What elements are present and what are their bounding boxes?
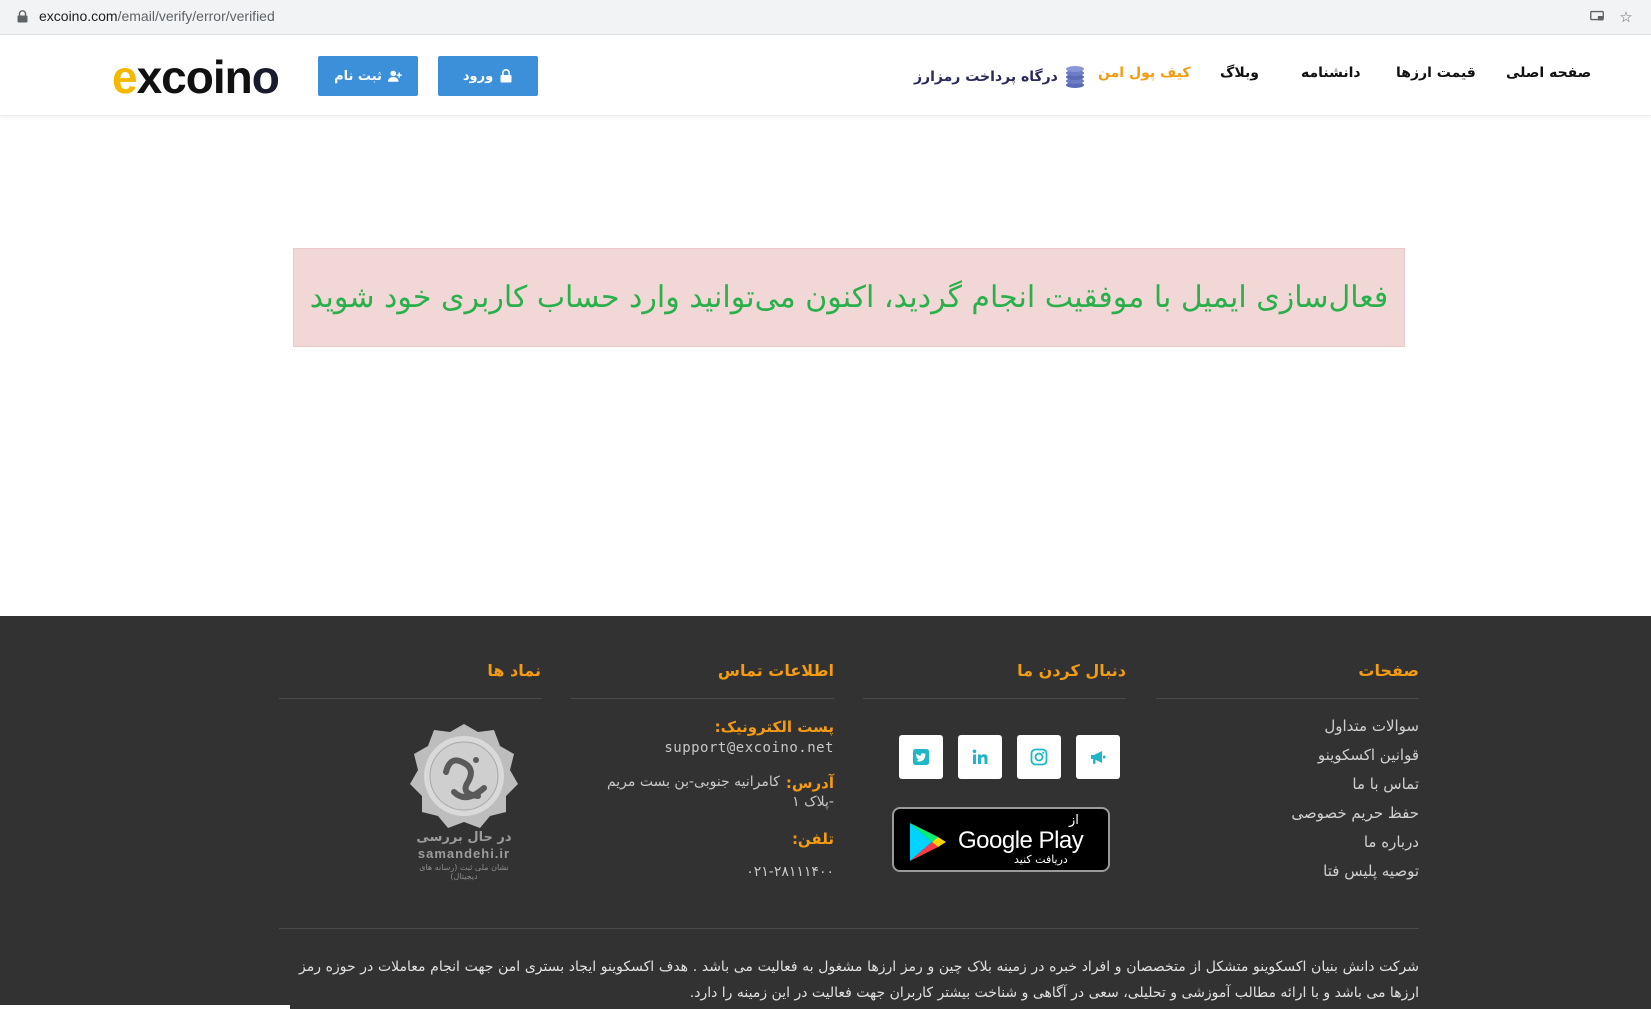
google-play-icon (910, 823, 946, 861)
social-linkedin[interactable] (958, 735, 1002, 779)
samandehi-seal-icon (410, 724, 518, 828)
footer-link-contact[interactable]: تماس با ما (1352, 775, 1419, 793)
excoino-logo[interactable]: e xcoin o (112, 51, 280, 103)
address-label: آدرس: (785, 774, 834, 792)
nav-home-label: صفحه اصلی (1506, 65, 1592, 81)
instagram-icon (1030, 748, 1048, 766)
user-plus-icon (387, 70, 402, 82)
gplay-get: دریافت کنید (1014, 853, 1068, 866)
url-text[interactable]: excoino.com/email/verify/error/verified (39, 8, 275, 24)
about-company-text: شرکت دانش بنیان اکسکوینو متشکل از متخصصا… (299, 959, 1419, 1001)
login-label: ورود (462, 68, 494, 84)
nav-prices-label: قیمت ارزها (1396, 65, 1476, 81)
twitter-icon (913, 749, 929, 765)
email-value[interactable]: support@excoino.net (664, 740, 834, 756)
footer-link-fata[interactable]: توصیه پلیس فتا (1323, 862, 1419, 880)
google-play-badge[interactable]: از Google Play دریافت کنید (892, 807, 1110, 872)
gplay-brand: Google Play (958, 827, 1084, 854)
footer-link-rules[interactable]: قوانین اکسکوینو (1318, 746, 1419, 764)
footer-divider (279, 698, 542, 699)
address-value-2: -پلاک ۱ (792, 794, 834, 810)
logo-o: o (251, 51, 280, 103)
login-button[interactable]: ورود (438, 56, 538, 96)
address-line-1: آدرس: کامرانیه جنوبی-بن بست مریم (607, 774, 834, 792)
social-instagram[interactable] (1017, 735, 1061, 779)
register-label: ثبت نام (334, 68, 382, 84)
cast-icon[interactable] (1588, 8, 1606, 26)
nav-encyclopedia-label: دانشنامه (1301, 65, 1361, 81)
gplay-from: از (1069, 813, 1079, 828)
seal-status: در حال بررسی (416, 830, 512, 845)
footer-badges-title: نماد ها (487, 661, 541, 680)
lock-icon (17, 10, 28, 23)
footer-pages-title: صفحات (1358, 661, 1419, 680)
seal-site: samandehi.ir (417, 846, 511, 861)
nav-gateway-label: درگاه پرداخت رمزارز (914, 69, 1058, 85)
bookmark-star-icon[interactable]: ☆ (1617, 8, 1635, 26)
alert-message: فعال‌سازی ایمیل با موفقیت انجام گردید، ا… (309, 280, 1389, 315)
address-value-1: کامرانیه جنوبی-بن بست مریم (606, 774, 780, 790)
phone-value[interactable]: ۰۲۱-۲۸۱۱۱۴۰۰ (746, 864, 834, 880)
linkedin-icon (972, 749, 988, 764)
bottom-scroll-indicator (0, 1005, 290, 1009)
social-telegram-channel[interactable] (1076, 735, 1120, 779)
site-footer: صفحات سوالات متداول قوانین اکسکوینو تماس… (0, 616, 1651, 1009)
nav-blog-label: وبلاگ (1220, 65, 1259, 81)
footer-divider (863, 698, 1126, 699)
email-label: پست الکترونیک: (714, 718, 834, 736)
browser-address-bar[interactable]: excoino.com/email/verify/error/verified … (0, 0, 1651, 35)
nav-encyclopedia[interactable]: دانشنامه (1301, 65, 1361, 81)
nav-currency-prices[interactable]: قیمت ارزها (1396, 65, 1476, 81)
footer-link-privacy[interactable]: حفظ حریم خصوصی (1291, 804, 1419, 822)
nav-crypto-gateway[interactable]: درگاه پرداخت رمزارز (914, 65, 1086, 89)
footer-link-faq[interactable]: سوالات متداول (1324, 717, 1419, 735)
footer-bottom-divider (279, 928, 1419, 929)
footer-link-about[interactable]: درباره ما (1364, 833, 1419, 851)
lock-icon (500, 69, 512, 83)
site-header: e xcoin o ثبت نام ورود درگاه پرداخت رمزارز… (0, 36, 1651, 116)
footer-contact-title: اطلاعات تماس (717, 661, 834, 680)
nav-blog[interactable]: وبلاگ (1220, 65, 1259, 81)
megaphone-icon (1091, 751, 1106, 764)
coins-icon (1065, 66, 1084, 88)
logo-text-middle: xcoin (136, 51, 253, 103)
email-verified-alert: فعال‌سازی ایمیل با موفقیت انجام گردید، ا… (293, 248, 1405, 347)
social-twitter[interactable] (899, 735, 943, 779)
logo-bitcoin-e: e (112, 51, 138, 103)
nav-wallet-label: کیف پول امن (1098, 65, 1191, 81)
footer-follow-title: دنبال کردن ما (1017, 661, 1126, 680)
nav-home[interactable]: صفحه اصلی (1506, 65, 1591, 81)
footer-divider (1156, 698, 1419, 699)
nav-secure-wallet[interactable]: کیف پول امن (1098, 65, 1191, 81)
seal-caption: نشان ملی ثبت (رسانه های دیجیتال) (419, 863, 509, 881)
footer-divider (571, 698, 834, 699)
samandehi-seal[interactable]: در حال بررسی samandehi.ir نشان ملی ثبت (… (406, 722, 522, 881)
register-button[interactable]: ثبت نام (318, 56, 418, 96)
phone-label: تلفن: (791, 830, 834, 848)
